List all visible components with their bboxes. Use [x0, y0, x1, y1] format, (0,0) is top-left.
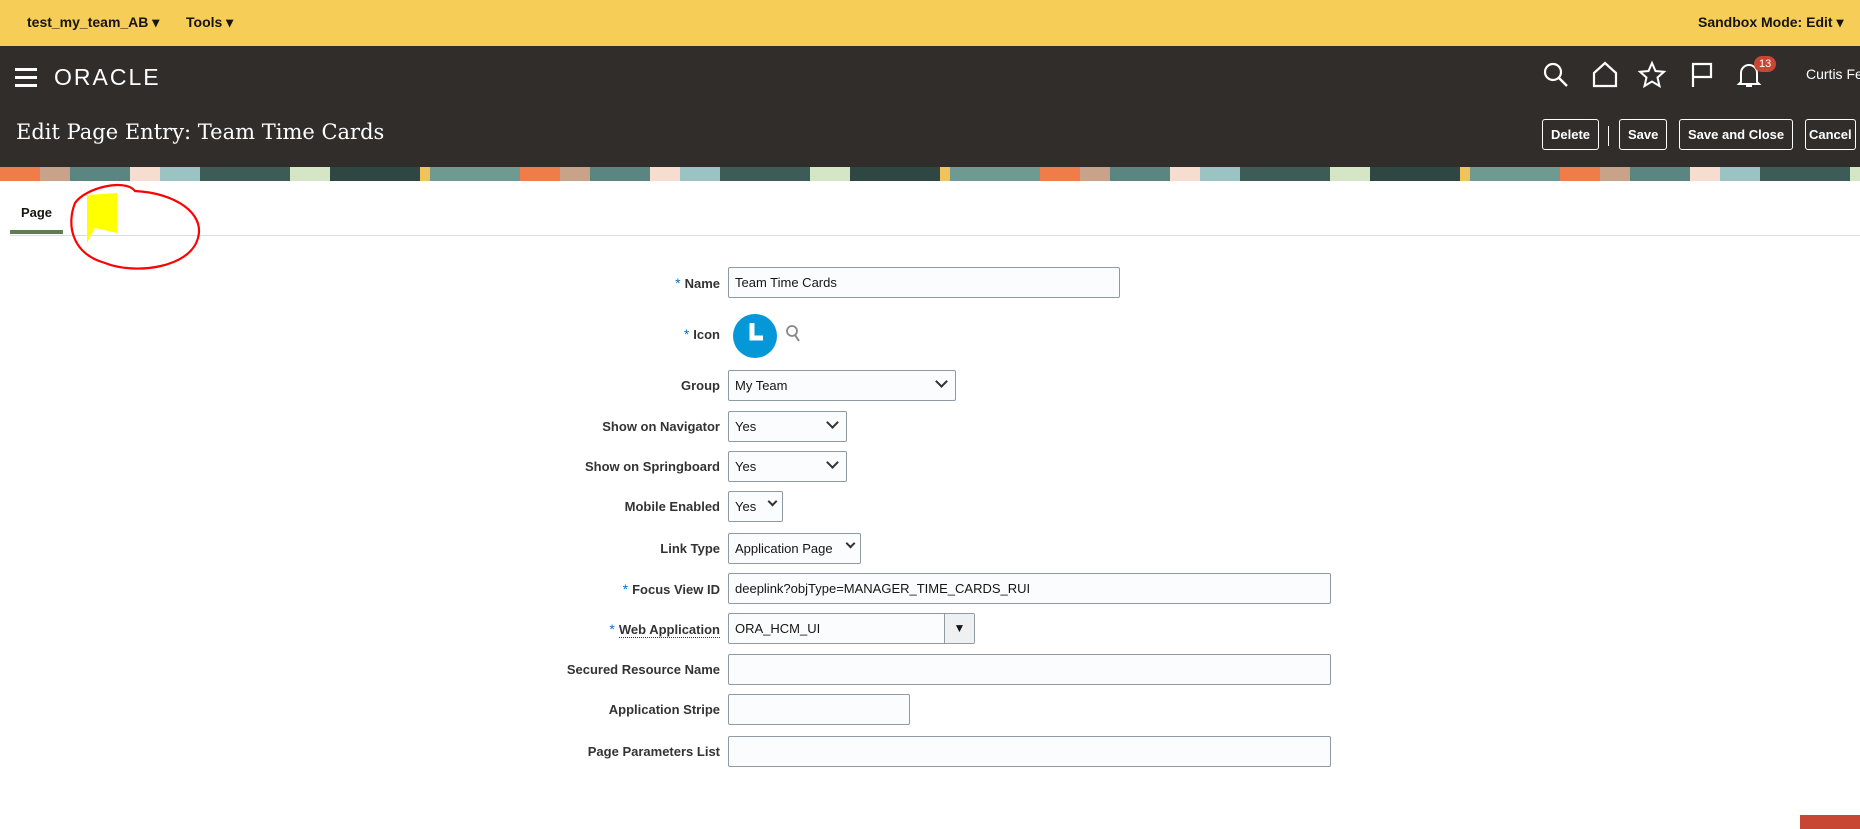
icon-label: Icon	[693, 327, 720, 342]
web-application-value: ORA_HCM_UI	[735, 621, 821, 636]
tools-menu[interactable]: Tools ▾	[186, 14, 233, 31]
user-menu[interactable]: Curtis Fe	[1806, 66, 1860, 82]
required-indicator: *	[609, 621, 615, 637]
link-type-value: Application Page	[735, 541, 833, 556]
name-row: * Name Team Time Cards	[0, 267, 1860, 298]
application-stripe-label: Application Stripe	[608, 702, 720, 717]
group-value: My Team	[735, 378, 788, 393]
web-application-label[interactable]: Web Application	[618, 622, 720, 638]
chevron-down-icon	[826, 416, 839, 429]
annotation-circle	[70, 183, 201, 270]
secured-resource-name-input[interactable]	[728, 654, 1331, 685]
navigator-row: Show on Navigator Yes	[0, 411, 1860, 442]
corner-widget[interactable]	[1800, 815, 1860, 829]
tab-divider	[10, 235, 1860, 236]
name-input[interactable]: Team Time Cards	[728, 267, 1120, 298]
flag-icon[interactable]	[1687, 60, 1717, 90]
show-navigator-label: Show on Navigator	[602, 419, 720, 434]
mobile-row: Mobile Enabled Yes	[0, 491, 1860, 522]
required-indicator: *	[622, 581, 629, 597]
show-springboard-select[interactable]: Yes	[728, 451, 847, 482]
page-title: Edit Page Entry: Team Time Cards	[16, 120, 385, 144]
global-header: ORACLE 13 Curtis Fe Edit Page Entry: Tea…	[0, 46, 1860, 167]
notification-count-badge: 13	[1754, 56, 1777, 72]
link-type-label: Link Type	[660, 541, 720, 556]
page-parameters-list-input[interactable]	[728, 736, 1331, 767]
search-icon[interactable]	[1541, 60, 1571, 90]
focus-view-id-label: Focus View ID	[632, 582, 720, 597]
sandbox-bar: test_my_team_AB ▾ Tools ▾ Sandbox Mode: …	[0, 0, 1860, 46]
search-icon-lookup[interactable]	[785, 324, 803, 344]
favorites-star-icon[interactable]	[1637, 60, 1667, 90]
show-springboard-value: Yes	[735, 459, 757, 474]
page-parameters-list-label: Page Parameters List	[587, 744, 720, 759]
sandbox-mode-menu[interactable]: Sandbox Mode: Edit ▾	[1698, 14, 1843, 31]
focus-view-id-input[interactable]: deeplink?objType=MANAGER_TIME_CARDS_RUI	[728, 573, 1331, 604]
dropdown-arrow-icon[interactable]: ▼	[944, 614, 974, 643]
save-button[interactable]: Save	[1619, 119, 1668, 150]
web-application-row: * Web Application ORA_HCM_UI ▼	[0, 613, 1860, 644]
delete-button[interactable]: Delete	[1542, 119, 1600, 150]
application-stripe-row: Application Stripe	[0, 694, 1860, 725]
secured-resource-row: Secured Resource Name	[0, 654, 1860, 685]
chevron-down-icon	[767, 496, 778, 507]
page-parameters-row: Page Parameters List	[0, 736, 1860, 767]
mobile-enabled-select[interactable]: Yes	[728, 491, 783, 522]
web-application-combobox[interactable]: ORA_HCM_UI ▼	[728, 613, 975, 644]
springboard-row: Show on Springboard Yes	[0, 451, 1860, 482]
link-type-row: Link Type Application Page	[0, 533, 1860, 564]
group-label: Group	[681, 378, 720, 393]
hamburger-menu-icon[interactable]	[15, 68, 37, 92]
sandbox-menu[interactable]: test_my_team_AB ▾	[27, 14, 159, 31]
button-separator	[1608, 126, 1609, 146]
link-type-select[interactable]: Application Page	[728, 533, 861, 564]
group-row: Group My Team	[0, 370, 1860, 401]
application-stripe-input[interactable]	[728, 694, 910, 725]
required-indicator: *	[675, 275, 681, 291]
mobile-enabled-value: Yes	[735, 499, 757, 514]
focus-view-row: * Focus View ID deeplink?objType=MANAGER_…	[0, 573, 1860, 604]
chevron-down-icon	[845, 538, 856, 549]
mobile-enabled-label: Mobile Enabled	[624, 499, 720, 514]
chevron-down-icon	[935, 375, 948, 388]
home-icon[interactable]	[1590, 60, 1620, 90]
save-and-close-button[interactable]: Save and Close	[1679, 119, 1794, 150]
decorative-banner	[0, 167, 1860, 181]
cancel-button[interactable]: Cancel	[1805, 119, 1856, 150]
icon-row: * Icon	[0, 314, 1860, 358]
show-springboard-label: Show on Springboard	[584, 459, 720, 474]
chevron-down-icon	[826, 456, 839, 469]
show-navigator-select[interactable]: Yes	[728, 411, 847, 442]
oracle-logo[interactable]: ORACLE	[54, 64, 161, 91]
name-label: Name	[684, 276, 720, 291]
required-indicator: *	[683, 326, 690, 342]
show-navigator-value: Yes	[735, 419, 757, 434]
group-select[interactable]: My Team	[728, 370, 956, 401]
tab-page[interactable]: Page	[10, 196, 63, 234]
secured-resource-name-label: Secured Resource Name	[566, 662, 720, 677]
